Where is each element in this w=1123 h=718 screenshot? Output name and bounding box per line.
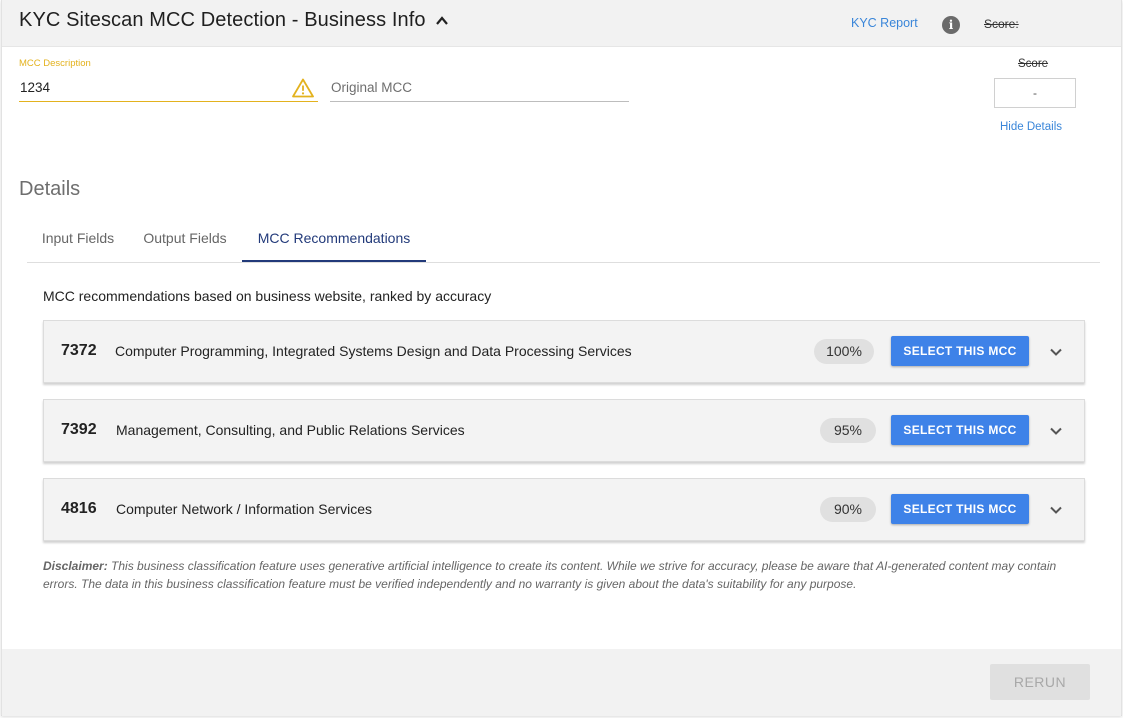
original-mcc-input[interactable] [330, 78, 629, 102]
mcc-code: 7392 [61, 421, 97, 438]
disclaimer-label: Disclaimer: [43, 559, 108, 573]
chevron-up-icon[interactable] [435, 14, 449, 28]
mcc-recommendation-row[interactable]: 7392 Management, Consulting, and Public … [43, 399, 1085, 462]
mcc-code: 7372 [61, 342, 97, 359]
select-mcc-button[interactable]: SELECT THIS MCC [891, 494, 1029, 524]
tab-mcc-recommendations[interactable]: MCC Recommendations [242, 216, 426, 262]
chevron-down-icon[interactable] [1048, 502, 1064, 518]
info-icon[interactable]: i [942, 16, 960, 34]
mcc-recommendation-row[interactable]: 7372 Computer Programming, Integrated Sy… [43, 320, 1085, 383]
header-score-label: Score: [984, 17, 1019, 31]
mcc-description-label: MCC Description [19, 58, 91, 69]
details-heading: Details [19, 178, 81, 200]
rerun-button[interactable]: RERUN [990, 664, 1090, 700]
accuracy-badge: 90% [820, 497, 876, 522]
recommendations-intro: MCC recommendations based on business we… [43, 288, 492, 304]
card-footer: RERUN [2, 649, 1121, 716]
warning-icon [292, 78, 314, 98]
accuracy-badge: 95% [820, 418, 876, 443]
score-value: - [994, 78, 1076, 108]
hide-details-link[interactable]: Hide Details [1000, 121, 1062, 133]
mcc-description-input[interactable] [19, 78, 318, 102]
card-header: KYC Sitescan MCC Detection - Business In… [2, 0, 1121, 47]
score-label: Score [1018, 58, 1049, 70]
business-info-card: KYC Sitescan MCC Detection - Business In… [1, 0, 1122, 716]
kyc-report-link[interactable]: KYC Report [851, 16, 918, 30]
mcc-description: Management, Consulting, and Public Relat… [116, 422, 465, 438]
mcc-description: Computer Programming, Integrated Systems… [115, 343, 632, 359]
chevron-down-icon[interactable] [1048, 423, 1064, 439]
mcc-recommendation-row[interactable]: 4816 Computer Network / Information Serv… [43, 478, 1085, 541]
accuracy-badge: 100% [814, 339, 874, 364]
page-title: KYC Sitescan MCC Detection - Business In… [19, 9, 426, 31]
mcc-code: 4816 [61, 500, 97, 517]
tab-input-fields[interactable]: Input Fields [27, 216, 129, 262]
disclaimer-text: This business classification feature use… [43, 559, 1057, 591]
details-tabs: Input Fields Output Fields MCC Recommend… [27, 216, 1100, 263]
mcc-description: Computer Network / Information Services [116, 501, 372, 517]
select-mcc-button[interactable]: SELECT THIS MCC [891, 336, 1029, 366]
select-mcc-button[interactable]: SELECT THIS MCC [891, 415, 1029, 445]
chevron-down-icon[interactable] [1048, 344, 1064, 360]
tab-output-fields[interactable]: Output Fields [129, 216, 241, 262]
disclaimer: Disclaimer: This business classification… [43, 557, 1088, 593]
